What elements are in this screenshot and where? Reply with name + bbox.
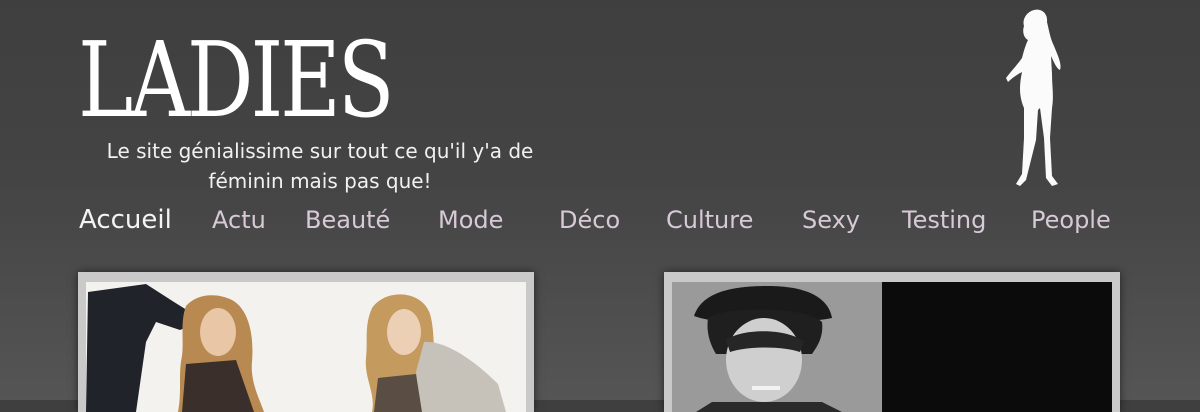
site-logo[interactable]: LADIES — [78, 22, 395, 138]
nav-item-mode[interactable]: Mode — [438, 200, 503, 240]
nav-item-accueil[interactable]: Accueil — [79, 200, 172, 240]
nav-item-culture[interactable]: Culture — [666, 200, 753, 240]
article-card-people[interactable] — [664, 272, 1120, 412]
nav-item-beaute[interactable]: Beauté — [305, 200, 390, 240]
article-card-fashion[interactable] — [78, 272, 534, 412]
nav-item-sexy[interactable]: Sexy — [802, 200, 860, 240]
fashion-photo — [86, 282, 526, 412]
nav-item-testing[interactable]: Testing — [902, 200, 986, 240]
site-tagline: Le site génialissime sur tout ce qu'il y… — [106, 139, 534, 193]
main-nav: Accueil Actu Beauté Mode Déco Culture Se… — [0, 200, 1200, 240]
nav-item-deco[interactable]: Déco — [559, 200, 620, 240]
portrait-photo — [672, 282, 1112, 412]
nav-item-actu[interactable]: Actu — [212, 200, 266, 240]
woman-silhouette-icon — [1006, 9, 1061, 187]
nav-item-people[interactable]: People — [1031, 200, 1111, 240]
